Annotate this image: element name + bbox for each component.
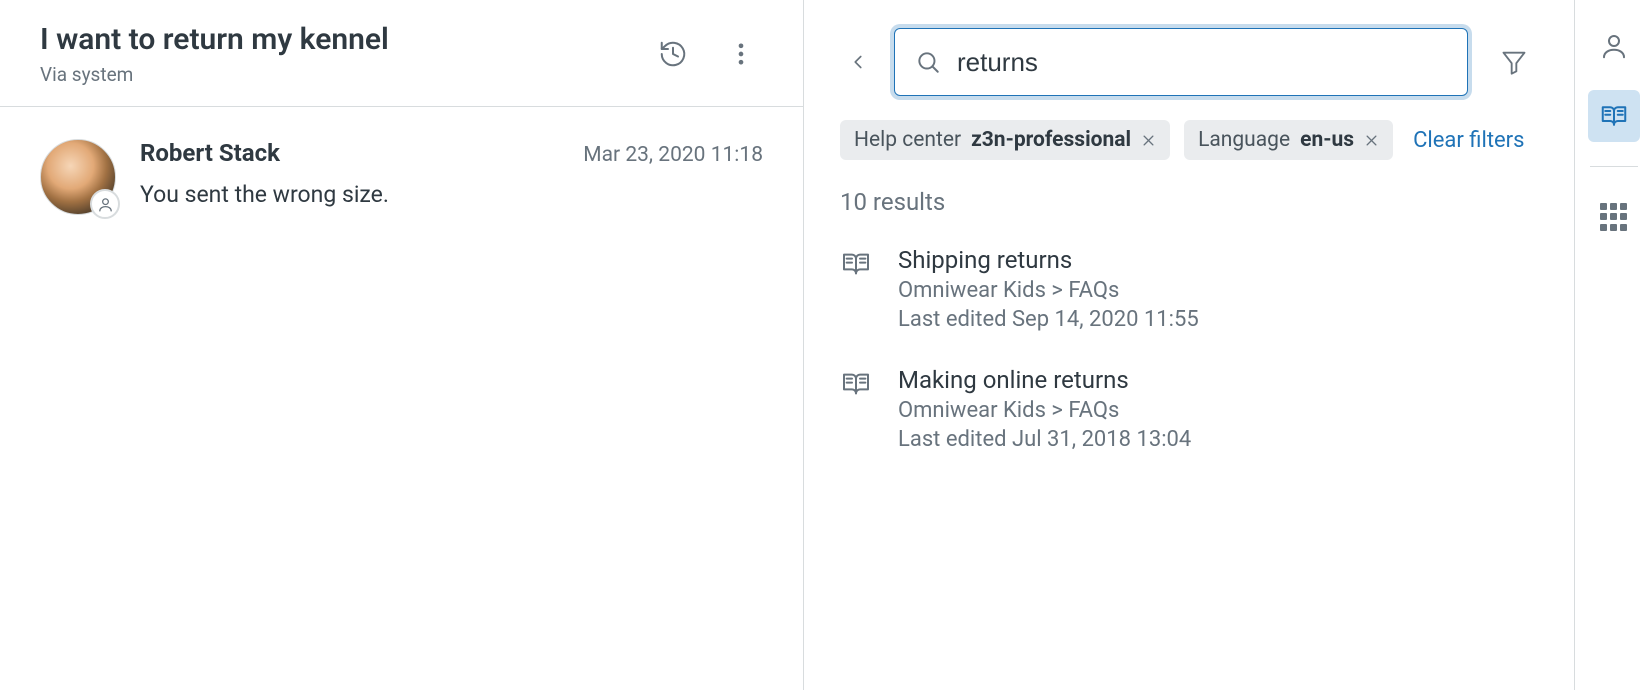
search-row (840, 28, 1534, 96)
search-panel: Help center z3n-professional Language en… (804, 0, 1574, 690)
chip-value: en-us (1300, 128, 1354, 152)
ticket-panel: I want to return my kennel Via system (0, 0, 804, 690)
result-title: Shipping returns (898, 246, 1199, 274)
chip-label: Language (1198, 128, 1290, 152)
result-body: Making online returns Omniwear Kids > FA… (898, 366, 1191, 452)
person-icon (1599, 31, 1629, 61)
filter-chip-help-center: Help center z3n-professional (840, 120, 1170, 160)
message-text: You sent the wrong size. (140, 181, 763, 208)
result-item[interactable]: Making online returns Omniwear Kids > FA… (840, 366, 1534, 452)
apps-grid-icon (1600, 203, 1628, 231)
result-edited: Last edited Sep 14, 2020 11:55 (898, 307, 1199, 332)
rail-knowledge-button[interactable] (1588, 90, 1640, 142)
history-button[interactable] (651, 32, 695, 76)
chip-remove-button[interactable] (1141, 133, 1156, 148)
rail-separator (1590, 166, 1638, 167)
history-icon (658, 39, 688, 69)
results-count: 10 results (840, 188, 1534, 216)
ticket-title-wrap: I want to return my kennel Via system (40, 22, 627, 86)
ticket-header: I want to return my kennel Via system (0, 0, 803, 107)
rail-apps-button[interactable] (1588, 191, 1640, 243)
chip-value: z3n-professional (971, 128, 1131, 152)
result-body: Shipping returns Omniwear Kids > FAQs La… (898, 246, 1199, 332)
avatar (40, 139, 116, 215)
message-author: Robert Stack (140, 139, 280, 167)
chip-remove-button[interactable] (1364, 133, 1379, 148)
ticket-via: Via system (40, 63, 627, 86)
filter-icon (1500, 48, 1528, 76)
result-path: Omniwear Kids > FAQs (898, 278, 1199, 303)
filter-chip-language: Language en-us (1184, 120, 1393, 160)
results-list: Shipping returns Omniwear Kids > FAQs La… (840, 246, 1534, 452)
rail-profile-button[interactable] (1588, 20, 1640, 72)
filter-chips: Help center z3n-professional Language en… (840, 120, 1534, 160)
chevron-left-icon (847, 51, 869, 73)
nav-rail (1574, 0, 1652, 690)
person-icon (97, 196, 114, 213)
avatar-badge (90, 189, 120, 219)
close-icon (1364, 133, 1379, 148)
message-timestamp: Mar 23, 2020 11:18 (583, 143, 763, 167)
ticket-title: I want to return my kennel (40, 22, 627, 57)
close-icon (1141, 133, 1156, 148)
filter-button[interactable] (1494, 42, 1534, 82)
ticket-message: Robert Stack Mar 23, 2020 11:18 You sent… (40, 139, 763, 215)
search-box[interactable] (894, 28, 1468, 96)
result-path: Omniwear Kids > FAQs (898, 398, 1191, 423)
book-open-icon (840, 368, 872, 452)
message-main: Robert Stack Mar 23, 2020 11:18 You sent… (140, 139, 763, 215)
result-edited: Last edited Jul 31, 2018 13:04 (898, 427, 1191, 452)
result-item[interactable]: Shipping returns Omniwear Kids > FAQs La… (840, 246, 1534, 332)
search-icon (915, 49, 941, 75)
message-head: Robert Stack Mar 23, 2020 11:18 (140, 139, 763, 167)
search-input[interactable] (957, 29, 1447, 95)
more-actions-button[interactable] (719, 32, 763, 76)
app-root: I want to return my kennel Via system (0, 0, 1652, 690)
clear-filters-link[interactable]: Clear filters (1413, 128, 1524, 153)
back-button[interactable] (840, 44, 876, 80)
ticket-body: Robert Stack Mar 23, 2020 11:18 You sent… (0, 107, 803, 690)
book-open-icon (840, 248, 872, 332)
chip-label: Help center (854, 128, 961, 152)
more-vertical-icon (727, 40, 755, 68)
result-title: Making online returns (898, 366, 1191, 394)
book-open-icon (1599, 101, 1629, 131)
